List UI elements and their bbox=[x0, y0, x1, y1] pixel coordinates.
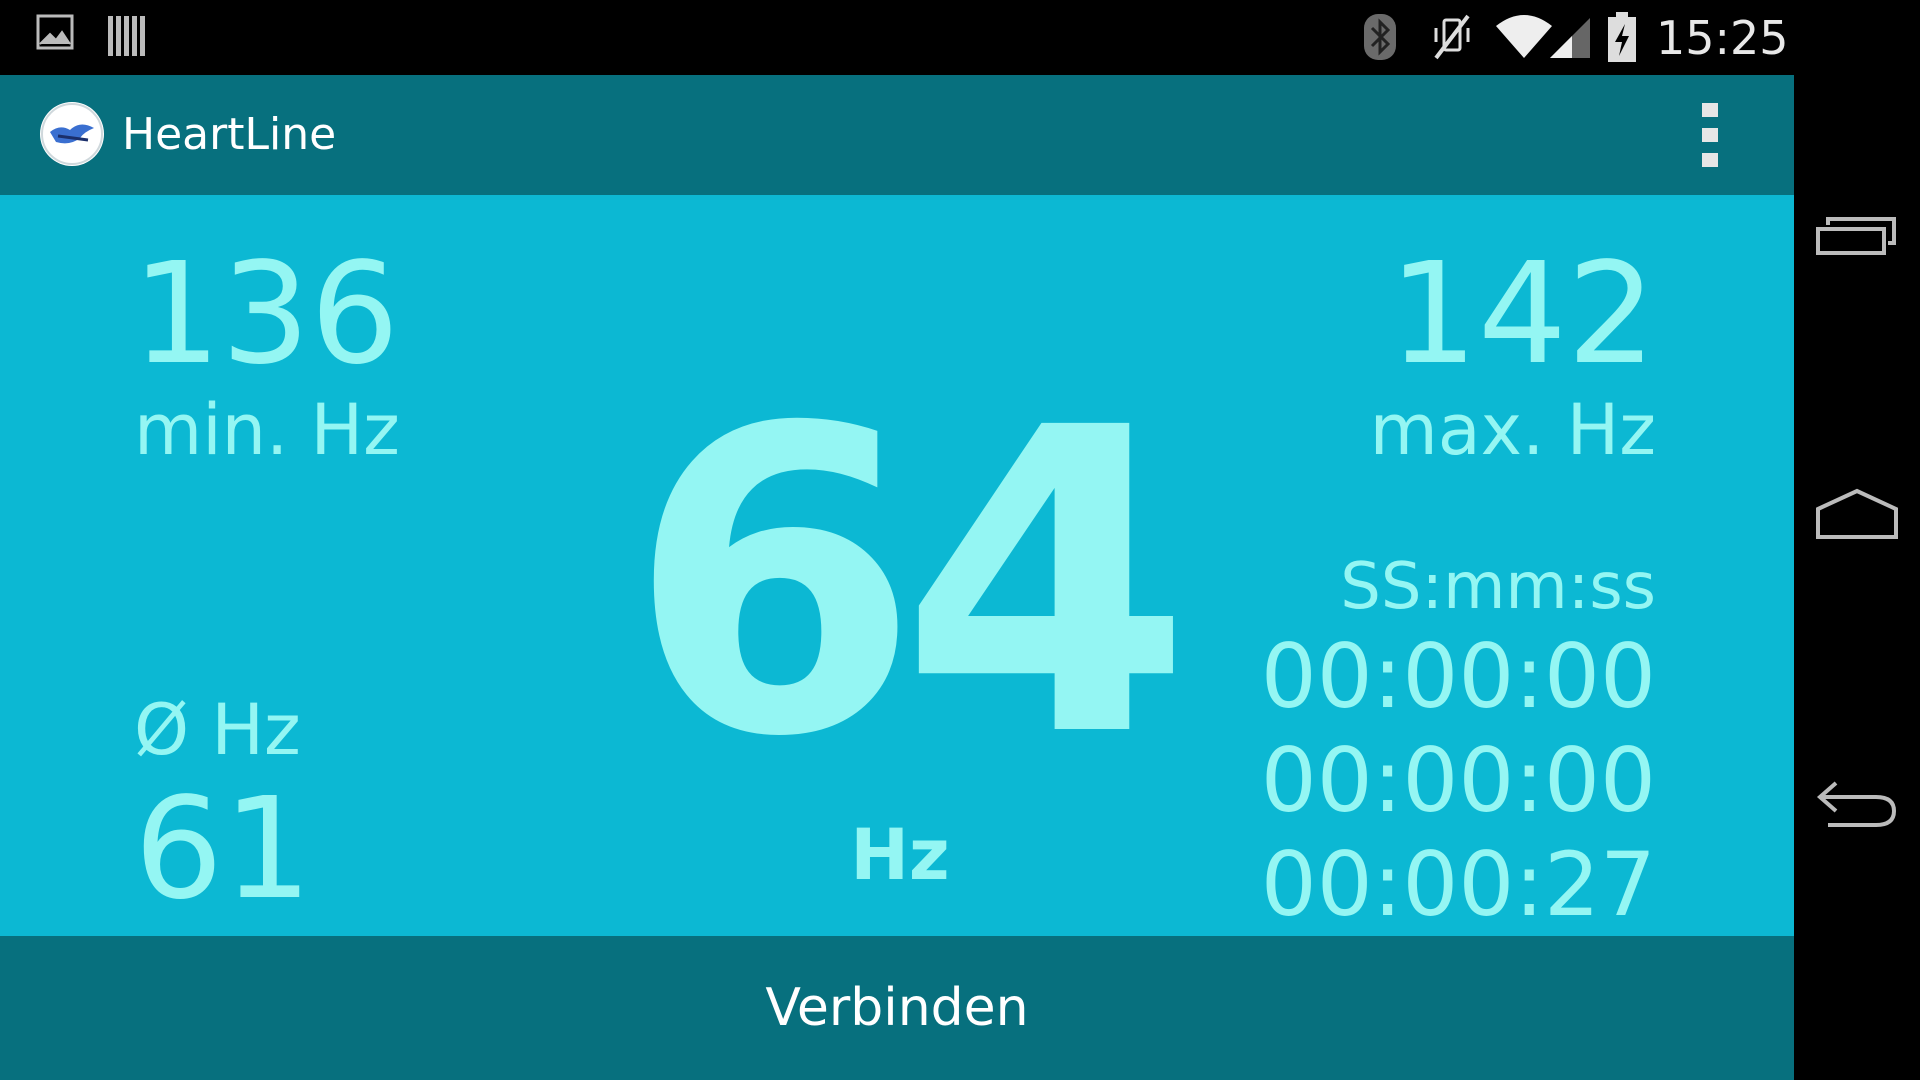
avg-rate-value: 61 bbox=[134, 768, 313, 931]
navigation-bar bbox=[1794, 75, 1920, 1080]
bluetooth-icon bbox=[1360, 12, 1400, 66]
timer-value: 00:00:00 bbox=[1260, 625, 1656, 728]
app-bar: HeartLine bbox=[0, 75, 1794, 195]
battery-charging-icon bbox=[1606, 12, 1638, 68]
min-rate-value: 136 bbox=[132, 233, 400, 396]
overflow-menu-icon[interactable] bbox=[1690, 103, 1730, 167]
current-rate-unit: Hz bbox=[850, 814, 950, 896]
min-rate-label: min. Hz bbox=[134, 389, 400, 471]
image-icon bbox=[36, 12, 74, 56]
heart-rate-panel: 136 min. Hz 142 max. Hz Ø Hz 61 64 Hz SS… bbox=[0, 195, 1794, 936]
app-logo-icon[interactable] bbox=[40, 102, 104, 166]
back-icon[interactable] bbox=[1814, 775, 1900, 845]
app-title: HeartLine bbox=[122, 109, 337, 160]
connect-button[interactable]: Verbinden bbox=[0, 936, 1794, 1080]
home-icon[interactable] bbox=[1814, 485, 1900, 555]
recent-apps-icon[interactable] bbox=[1814, 205, 1900, 275]
avg-rate-label: Ø Hz bbox=[134, 689, 301, 771]
current-rate-value: 64 bbox=[627, 340, 1192, 829]
max-rate-label: max. Hz bbox=[1369, 389, 1656, 471]
status-bar: 15:25 bbox=[0, 0, 1920, 75]
wifi-icon bbox=[1494, 12, 1554, 66]
barcode-icon bbox=[106, 12, 146, 62]
vibrate-off-icon bbox=[1430, 12, 1474, 66]
phone-screen: 15:25 HeartLine 136 min. Hz 142 max. Hz … bbox=[0, 0, 1920, 1080]
status-time: 15:25 bbox=[1656, 11, 1789, 65]
timer-format-label: SS:mm:ss bbox=[1340, 550, 1656, 624]
timer-value: 00:00:27 bbox=[1260, 833, 1656, 936]
max-rate-value: 142 bbox=[1388, 233, 1656, 396]
signal-icon bbox=[1548, 12, 1592, 66]
timer-value: 00:00:00 bbox=[1260, 729, 1656, 832]
